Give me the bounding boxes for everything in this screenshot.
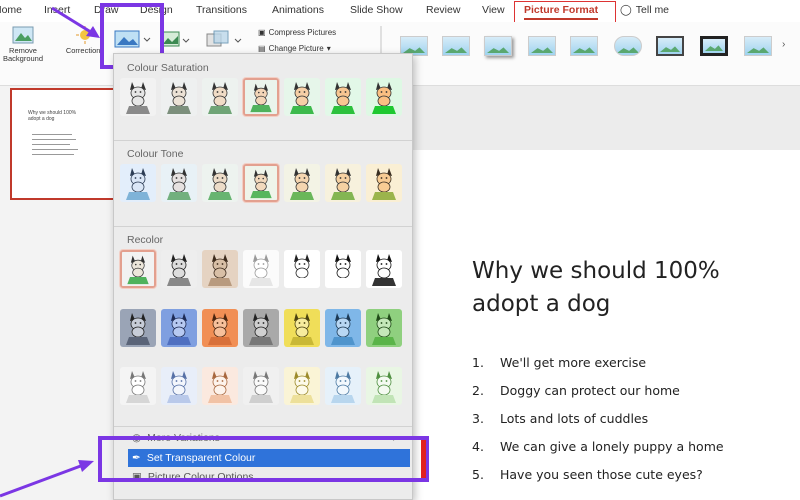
tab-review[interactable]: Review	[426, 4, 460, 16]
annotation-red-bar	[421, 440, 426, 478]
section-recolor: Recolor	[127, 234, 164, 246]
tone-preset-4[interactable]	[243, 164, 279, 202]
thumbnail-line	[32, 134, 72, 135]
tell-me-search[interactable]: ◯ Tell me	[620, 4, 669, 16]
recolor-preset-dark-7[interactable]	[366, 309, 402, 347]
section-colour-tone: Colour Tone	[127, 148, 184, 160]
tone-preset-7[interactable]	[366, 164, 402, 202]
compress-pictures-button[interactable]: ▣ Compress Pictures	[258, 28, 336, 37]
tone-preset-1[interactable]	[120, 164, 156, 202]
menu-divider	[114, 140, 412, 141]
color-dropdown-menu: Colour Saturation Colour Tone Recolor ◉ …	[113, 53, 413, 500]
saturation-preset-6[interactable]	[325, 78, 361, 116]
picture-style-5[interactable]	[570, 36, 598, 56]
recolor-preset-light-1[interactable]	[120, 367, 156, 405]
menu-divider	[114, 226, 412, 227]
recolor-preset-6[interactable]	[325, 250, 361, 288]
tone-preset-3[interactable]	[202, 164, 238, 202]
recolor-preset-2[interactable]	[161, 250, 197, 288]
recolor-preset-dark-6[interactable]	[325, 309, 361, 347]
thumbnail-line	[32, 154, 74, 155]
saturation-preset-4[interactable]	[243, 78, 279, 116]
picture-style-9[interactable]	[744, 36, 772, 56]
thumbnail-line	[32, 139, 76, 140]
change-picture-button[interactable]: ▤ Change Picture ▾	[258, 44, 331, 53]
recolor-preset-3[interactable]	[202, 250, 238, 288]
picture-style-6[interactable]	[614, 36, 642, 56]
picture-style-8[interactable]	[700, 36, 728, 56]
recolor-preset-light-6[interactable]	[325, 367, 361, 405]
tone-preset-6[interactable]	[325, 164, 361, 202]
lightbulb-icon: ◯	[620, 4, 632, 16]
thumbnail-line	[32, 149, 78, 150]
change-picture-icon: ▤	[258, 44, 266, 53]
artistic-effects-button[interactable]	[160, 30, 192, 52]
saturation-preset-2[interactable]	[161, 78, 197, 116]
saturation-preset-7[interactable]	[366, 78, 402, 116]
transparency-button[interactable]	[206, 30, 246, 52]
picture-style-7[interactable]	[656, 36, 684, 56]
recolor-preset-light-5[interactable]	[284, 367, 320, 405]
thumbnail-line	[32, 144, 70, 145]
bullet-list[interactable]: 1. We'll get more exercise 2. Doggy can pr…	[472, 355, 724, 495]
compress-icon: ▣	[258, 28, 266, 37]
picture-style-3[interactable]	[484, 36, 512, 56]
recolor-preset-light-3[interactable]	[202, 367, 238, 405]
list-item: 3. Lots and lots of cuddles	[472, 411, 724, 439]
recolor-preset-4[interactable]	[243, 250, 279, 288]
recolor-preset-dark-4[interactable]	[243, 309, 279, 347]
bullet-number: 5.	[472, 467, 484, 482]
gallery-next-icon[interactable]: ›	[782, 39, 785, 50]
saturation-preset-5[interactable]	[284, 78, 320, 116]
tone-preset-2[interactable]	[161, 164, 197, 202]
tab-transitions[interactable]: Transitions	[196, 4, 247, 16]
thumbnail-title: Why we should 100% adopt a dog	[28, 110, 77, 122]
list-item: 4. We can give a lonely puppy a home	[472, 439, 724, 467]
tell-me-label: Tell me	[635, 4, 670, 16]
saturation-preset-3[interactable]	[202, 78, 238, 116]
transparency-icon	[206, 30, 242, 47]
picture-style-2[interactable]	[442, 36, 470, 56]
slide-thumbnail[interactable]: Why we should 100% adopt a dog	[10, 88, 118, 200]
section-colour-saturation: Colour Saturation	[127, 62, 209, 74]
list-item: 1. We'll get more exercise	[472, 355, 724, 383]
bullet-number: 3.	[472, 411, 484, 426]
tab-view[interactable]: View	[482, 4, 505, 16]
bullet-text: We'll get more exercise	[500, 355, 647, 370]
recolor-preset-1[interactable]	[120, 250, 156, 288]
menu-divider	[114, 426, 412, 427]
recolor-preset-dark-3[interactable]	[202, 309, 238, 347]
bullet-text: We can give a lonely puppy a home	[500, 439, 724, 454]
bullet-number: 1.	[472, 355, 484, 370]
recolor-preset-5[interactable]	[284, 250, 320, 288]
slide-title[interactable]: Why we should 100% adopt a dog	[472, 255, 792, 321]
recolor-preset-dark-5[interactable]	[284, 309, 320, 347]
picture-style-4[interactable]	[528, 36, 556, 56]
list-item: 5. Have you seen those cute eyes?	[472, 467, 724, 495]
change-picture-label: Change Picture	[268, 44, 324, 53]
chevron-down-icon: ▾	[326, 44, 331, 53]
annotation-arrow-top	[51, 6, 100, 38]
annotation-arrow-bottom	[0, 460, 94, 498]
compress-pictures-label: Compress Pictures	[268, 28, 337, 37]
list-item: 2. Doggy can protect our home	[472, 383, 724, 411]
recolor-preset-light-7[interactable]	[366, 367, 402, 405]
recolor-preset-7[interactable]	[366, 250, 402, 288]
bullet-number: 2.	[472, 383, 484, 398]
bullet-text: Have you seen those cute eyes?	[500, 467, 703, 482]
bullet-text: Doggy can protect our home	[500, 383, 680, 398]
tab-animations[interactable]: Animations	[272, 4, 324, 16]
recolor-preset-dark-1[interactable]	[120, 309, 156, 347]
bullet-number: 4.	[472, 439, 484, 454]
bullet-text: Lots and lots of cuddles	[500, 411, 649, 426]
recolor-preset-light-2[interactable]	[161, 367, 197, 405]
saturation-preset-1[interactable]	[120, 78, 156, 116]
recolor-preset-light-4[interactable]	[243, 367, 279, 405]
tone-preset-5[interactable]	[284, 164, 320, 202]
recolor-preset-dark-2[interactable]	[161, 309, 197, 347]
artistic-effects-icon	[160, 31, 190, 47]
annotation-transparent-highlight	[98, 436, 429, 482]
tab-slide-show[interactable]: Slide Show	[350, 4, 403, 16]
